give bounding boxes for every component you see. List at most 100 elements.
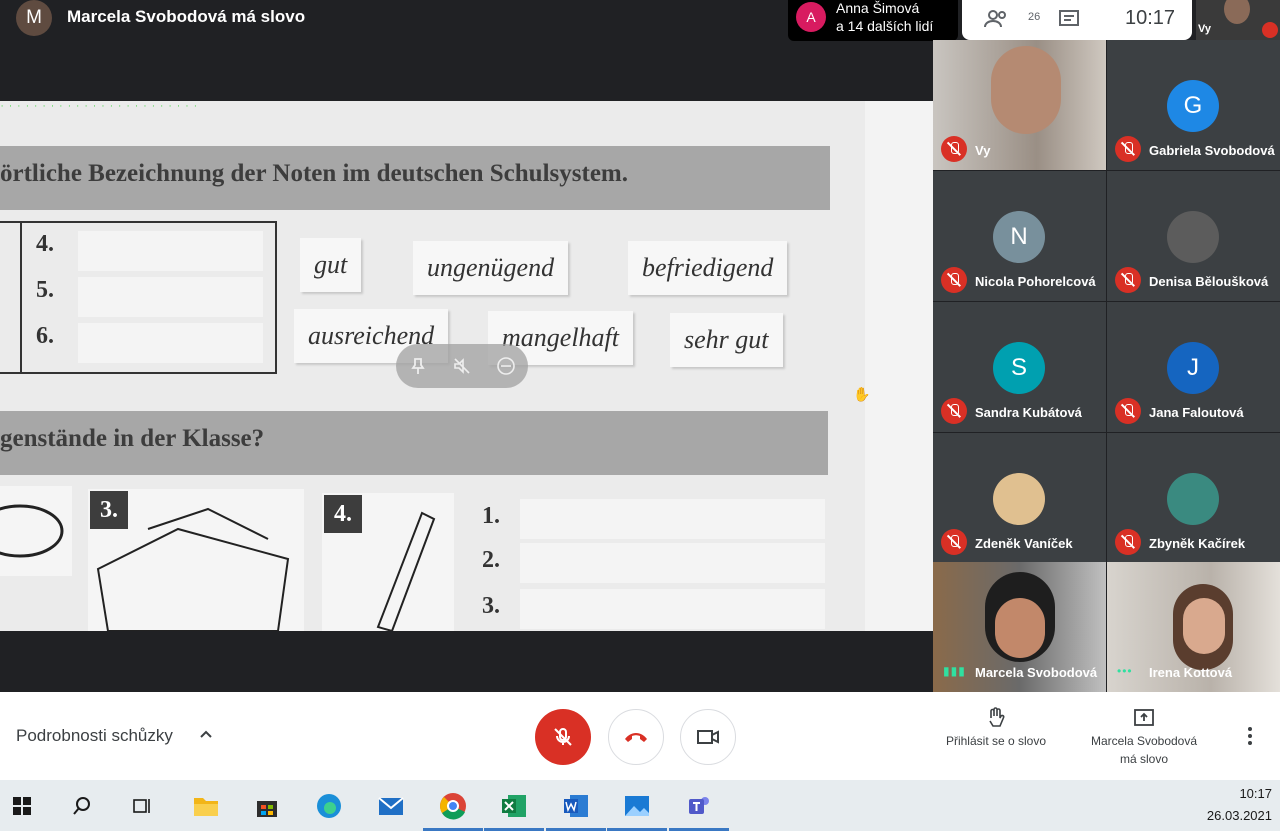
participant-avatar: S	[993, 342, 1045, 394]
participant-avatar: G	[1167, 80, 1219, 132]
call-controls-bar: Podrobnosti schůzky Přihlásit se o slovo	[0, 692, 1280, 780]
table-divider	[20, 223, 22, 372]
grade-number: 6.	[36, 323, 54, 349]
mic-toggle-button[interactable]	[535, 709, 591, 765]
word-card: ungenügend	[413, 241, 569, 295]
participant-tile[interactable]: N Nicola Pohorelcová	[933, 171, 1106, 301]
shared-screen: · · · · · · · · · · · · · · · · · · · · …	[0, 101, 933, 631]
answer-line	[520, 543, 825, 583]
mic-off-icon	[941, 398, 967, 424]
system-date[interactable]: 26.03.2021	[1192, 808, 1272, 823]
picture-card-eraser	[0, 486, 72, 576]
start-button[interactable]	[4, 788, 40, 824]
camera-toggle-button[interactable]	[680, 709, 736, 765]
participant-tile[interactable]: G Gabriela Svobodová	[1107, 40, 1280, 170]
participant-face	[1183, 598, 1225, 654]
mail-button[interactable]	[373, 788, 409, 824]
store-icon	[257, 801, 277, 817]
hand-cursor-icon: ✋	[853, 386, 871, 402]
eraser-illustration	[0, 504, 64, 558]
chat-button[interactable]	[1058, 8, 1082, 32]
participant-tile[interactable]: Zdeněk Vaníček	[933, 433, 1106, 563]
raise-hand-button[interactable]: Přihlásit se o slovo	[930, 706, 1062, 748]
word-button[interactable]	[558, 788, 594, 824]
participant-name: Jana Faloutová	[1149, 405, 1244, 420]
chrome-icon	[440, 793, 466, 820]
participant-avatar: A	[796, 2, 826, 32]
mic-off-icon	[1115, 136, 1141, 162]
grade-answer-box	[78, 323, 263, 363]
participant-tile[interactable]: J Jana Faloutová	[1107, 302, 1280, 432]
participant-name: Nicola Pohorelcová	[975, 274, 1096, 289]
leave-call-button[interactable]	[608, 709, 664, 765]
mic-off-icon	[1115, 267, 1141, 293]
mic-off-icon	[1115, 529, 1141, 555]
folder-icon	[194, 798, 218, 816]
participant-photo	[993, 473, 1045, 525]
presenter-avatar: M	[16, 0, 52, 36]
people-button[interactable]: 26	[984, 8, 1040, 32]
system-clock[interactable]: 10:17	[1206, 786, 1272, 801]
grade-answer-box	[78, 231, 263, 271]
word-card: sehr gut	[670, 313, 783, 367]
store-button[interactable]	[249, 788, 285, 824]
mic-off-icon	[1115, 398, 1141, 424]
presenter-title: Marcela Svobodová má slovo	[67, 7, 306, 26]
windows-logo-icon	[13, 797, 31, 815]
word-card: befriedigend	[628, 241, 788, 295]
mic-off-icon	[941, 267, 967, 293]
answer-line	[520, 499, 825, 539]
mic-off-icon	[1262, 22, 1278, 38]
meeting-details-button[interactable]: Podrobnosti schůzky	[16, 726, 173, 746]
taskbar-search-button[interactable]	[64, 788, 100, 824]
presenting-button[interactable]: Marcela Svobodová má slovo	[1078, 706, 1210, 766]
participant-tile[interactable]: S Sandra Kubátová	[933, 302, 1106, 432]
word-icon	[564, 795, 588, 817]
more-options-icon[interactable]	[1240, 724, 1260, 748]
participant-tile[interactable]: Vy	[933, 40, 1106, 170]
windows-taskbar: 10:17 26.03.2021	[0, 780, 1280, 831]
participant-face	[995, 598, 1045, 658]
meeting-clock: 10:17	[1125, 7, 1176, 29]
participant-name: Vy	[975, 143, 991, 158]
participant-tile[interactable]: Zbyněk Kačírek	[1107, 433, 1280, 563]
grade-answer-box	[78, 277, 263, 317]
hang-up-icon	[625, 733, 647, 742]
task-view-button[interactable]	[124, 788, 160, 824]
participant-name: Denisa Běloušková	[1149, 274, 1269, 289]
search-icon	[73, 797, 90, 815]
teams-icon	[689, 797, 709, 814]
teams-button[interactable]	[681, 788, 717, 824]
people-count: 26	[1028, 11, 1041, 23]
task-view-icon	[133, 799, 150, 813]
mute-icon[interactable]	[452, 356, 472, 376]
remove-icon[interactable]	[496, 356, 516, 376]
participant-face	[991, 46, 1061, 134]
participant-name: Zdeněk Vaníček	[975, 536, 1073, 551]
hand-icon	[989, 707, 1005, 727]
participant-others: a 14 dalších lidí	[836, 18, 934, 34]
participant-name: Gabriela Svobodová	[1149, 143, 1275, 158]
raise-hand-label: Přihlásit se o slovo	[945, 734, 1047, 748]
pin-icon[interactable]	[408, 356, 428, 376]
exercise-heading-1: örtliche Bezeichnung der Noten im deutsc…	[0, 146, 830, 210]
camera-icon	[697, 730, 719, 744]
participants-chip[interactable]: A Anna Šimová a 14 dalších lidí	[788, 0, 958, 41]
self-video	[1224, 0, 1250, 24]
people-icon	[984, 10, 1006, 28]
participant-tile[interactable]: ••• Irena Kottová	[1107, 562, 1280, 692]
self-view-thumbnail[interactable]: Vy	[1196, 0, 1280, 40]
file-explorer-button[interactable]	[188, 788, 224, 824]
participant-tile[interactable]: Denisa Běloušková	[1107, 171, 1280, 301]
chrome-button[interactable]	[435, 788, 471, 824]
participant-tile[interactable]: ▮▮▮ Marcela Svobodová	[933, 562, 1106, 692]
participant-avatar: N	[993, 211, 1045, 263]
speaking-indicator-icon: •••	[1117, 664, 1133, 678]
edge-button[interactable]	[311, 788, 347, 824]
present-screen-icon	[1134, 709, 1154, 726]
presentation-hover-toolbar	[396, 344, 528, 388]
photos-button[interactable]	[619, 788, 655, 824]
excel-button[interactable]	[496, 788, 532, 824]
chevron-up-icon[interactable]	[198, 726, 214, 742]
answer-number: 1.	[482, 503, 500, 529]
